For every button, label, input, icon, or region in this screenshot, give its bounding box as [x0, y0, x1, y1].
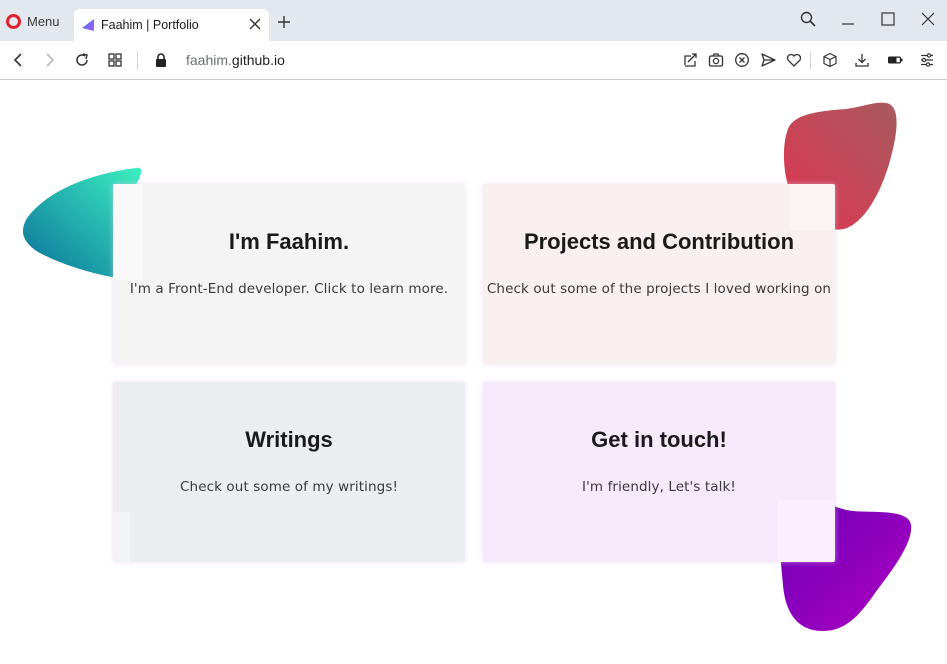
card-overlap-overlay	[113, 512, 130, 562]
minimize-icon[interactable]	[840, 11, 856, 27]
download-icon[interactable]	[854, 52, 870, 68]
lock-icon[interactable]	[153, 52, 169, 68]
card-overlap-overlay	[790, 184, 834, 230]
opera-menu-button[interactable]: Menu	[6, 10, 60, 32]
divider	[137, 51, 138, 70]
card-text: Check out some of the projects I loved w…	[486, 281, 832, 297]
tab-active[interactable]: Faahim | Portfolio	[74, 9, 269, 41]
tab-bar: Menu Faahim | Portfolio	[0, 0, 947, 41]
url-subdomain: faahim.	[186, 52, 232, 68]
easy-setup-icon[interactable]	[919, 52, 935, 68]
adblock-icon[interactable]	[734, 52, 750, 68]
card-title: Get in touch!	[591, 427, 727, 452]
extensions-cube-icon[interactable]	[822, 52, 838, 68]
maximize-icon[interactable]	[880, 11, 896, 27]
back-icon[interactable]	[10, 52, 26, 68]
card-text: Check out some of my writings!	[180, 479, 398, 495]
divider	[810, 51, 811, 70]
card-title: Writings	[245, 427, 333, 452]
close-window-icon[interactable]	[920, 11, 936, 27]
opera-logo-icon	[6, 13, 21, 29]
address-bar: faahim.github.io	[0, 41, 947, 80]
card-overlap-overlay	[113, 184, 143, 280]
card-overlap-overlay	[778, 500, 834, 562]
card-title: Projects and Contribution	[523, 229, 795, 254]
reload-icon[interactable]	[74, 52, 90, 68]
card-projects[interactable]: Projects and Contribution Check out some…	[483, 184, 835, 364]
card-writings[interactable]: Writings Check out some of my writings!	[113, 382, 465, 562]
heart-icon[interactable]	[786, 52, 802, 68]
card-text: I'm friendly, Let's talk!	[582, 479, 736, 495]
menu-label: Menu	[27, 13, 60, 29]
send-icon[interactable]	[760, 52, 776, 68]
new-tab-icon[interactable]	[277, 15, 291, 29]
card-about[interactable]: I'm Faahim. I'm a Front-End developer. C…	[113, 184, 465, 364]
card-text: I'm a Front-End developer. Click to lear…	[129, 281, 449, 297]
camera-icon[interactable]	[708, 52, 724, 68]
tab-title: Faahim | Portfolio	[101, 18, 199, 32]
url-field[interactable]: faahim.github.io	[186, 52, 285, 68]
share-icon[interactable]	[682, 52, 698, 68]
close-tab-icon[interactable]	[248, 17, 262, 31]
search-tabs-icon[interactable]	[800, 11, 816, 27]
url-domain: github.io	[231, 52, 285, 68]
site-favicon-icon	[82, 19, 94, 31]
speed-dial-icon[interactable]	[107, 52, 123, 68]
card-title: I'm Faahim.	[228, 229, 350, 254]
battery-saver-icon[interactable]	[887, 52, 903, 68]
page-viewport: I'm Faahim. I'm a Front-End developer. C…	[0, 80, 947, 664]
forward-icon[interactable]	[42, 52, 58, 68]
